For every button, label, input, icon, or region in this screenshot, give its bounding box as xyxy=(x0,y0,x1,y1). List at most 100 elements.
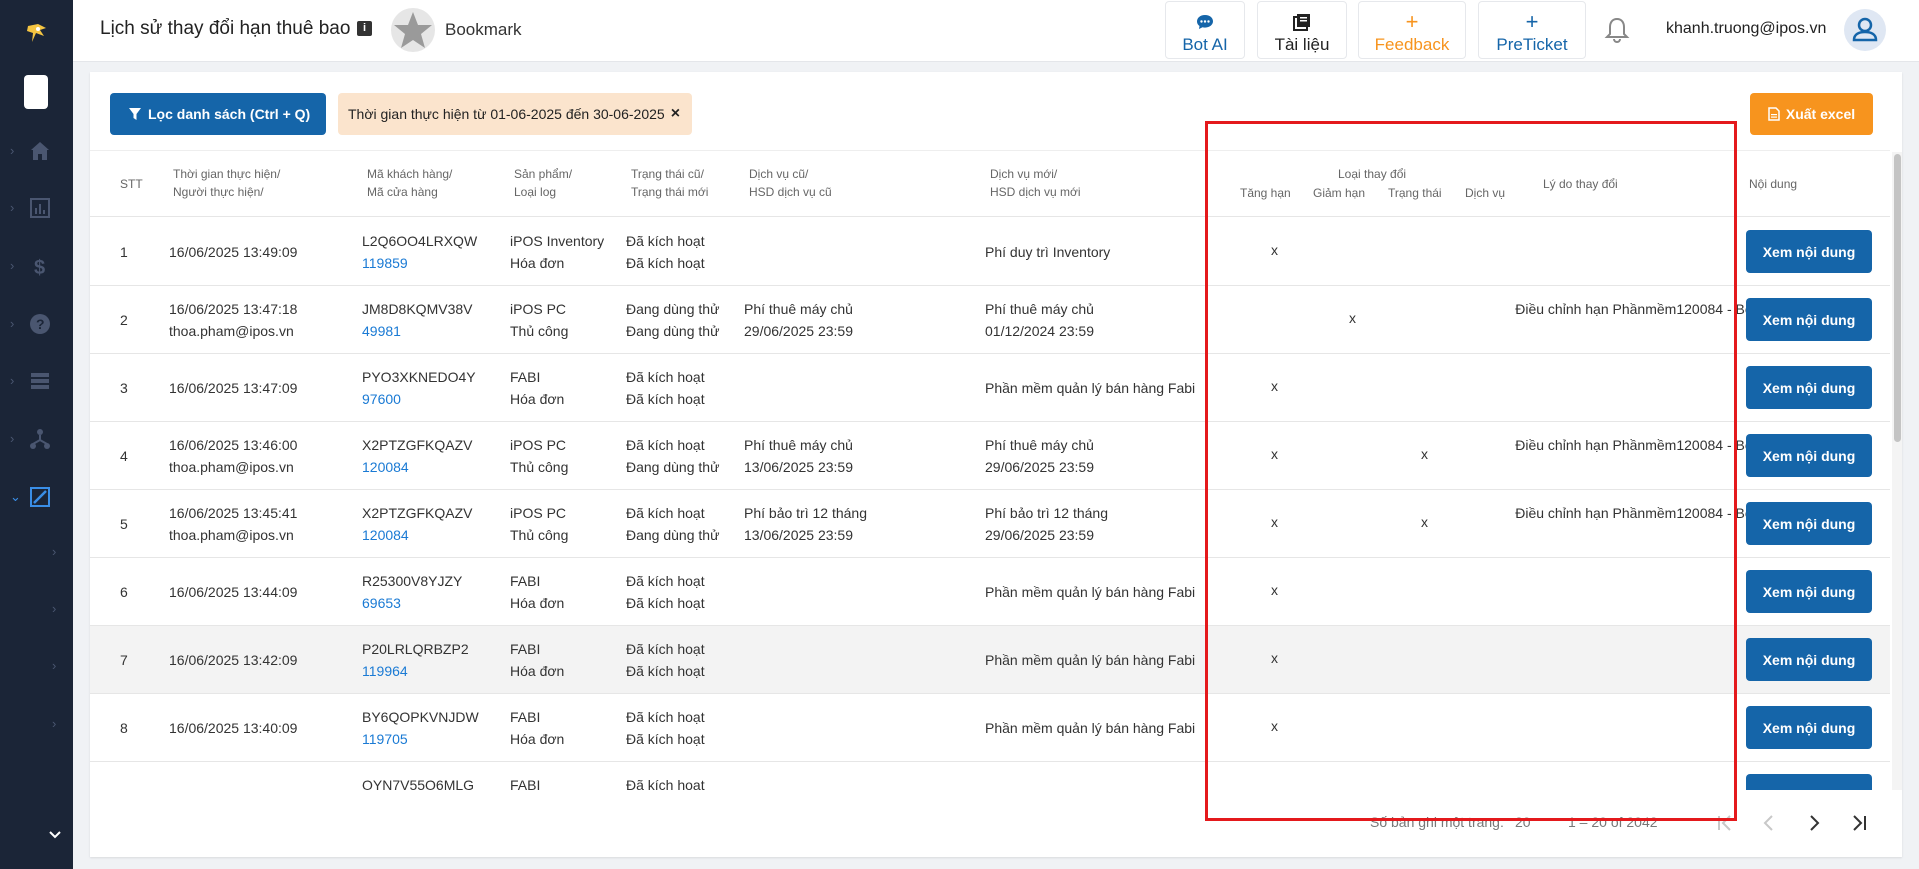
bell-icon[interactable] xyxy=(1604,16,1630,44)
cell-old-hsd-value: 13/06/2025 23:59 xyxy=(744,459,853,475)
table-row[interactable]: 5 16/06/2025 13:45:41 thoa.pham@ipos.vn X2P… xyxy=(90,490,1890,558)
sidebar-item-reports[interactable]: › xyxy=(0,187,73,227)
export-excel-button[interactable]: Xuất excel xyxy=(1750,93,1873,135)
table-row[interactable]: 8 16/06/2025 13:40:09 BY6QOPKVNJDW 119705 FA… xyxy=(90,694,1890,762)
cell-new-hsd-value: 29/06/2025 23:59 xyxy=(985,527,1094,543)
view-content-button[interactable]: Xem nội dung xyxy=(1746,774,1872,790)
scrollbar-thumb[interactable] xyxy=(1894,154,1901,442)
per-page-label: Số bản ghi một trang: xyxy=(1370,814,1504,830)
header-product: Sản phẩm/ Loại log xyxy=(514,165,572,201)
cell-store-value[interactable]: 119705 xyxy=(362,728,479,750)
cell-time: 16/06/2025 13:44:09 xyxy=(169,581,297,603)
app-logo-icon[interactable] xyxy=(24,20,50,46)
view-content-button[interactable]: Xem nội dung xyxy=(1746,298,1872,341)
filter-list-label: Lọc danh sách (Ctrl + Q) xyxy=(148,106,311,122)
preticket-button[interactable]: + PreTicket xyxy=(1478,1,1586,59)
user-email[interactable]: khanh.truong@ipos.vn xyxy=(1666,20,1826,38)
bot-ai-button[interactable]: Bot AI xyxy=(1165,1,1245,59)
cell-time-value: 16/06/2025 13:44:09 xyxy=(169,584,298,600)
sidebar-item-hierarchy[interactable]: › xyxy=(0,418,73,458)
view-content-button[interactable]: Xem nội dung xyxy=(1746,706,1872,749)
cell-stt-value: 3 xyxy=(120,380,128,396)
filter-list-button[interactable]: Lọc danh sách (Ctrl + Q) xyxy=(110,93,326,135)
cell-reason-line: Điều chỉnh hạn Phần xyxy=(1515,437,1646,453)
view-content-button[interactable]: Xem nội dung xyxy=(1746,638,1872,681)
chevron-down-icon[interactable] xyxy=(48,830,62,840)
info-icon[interactable]: i xyxy=(357,21,372,36)
table-row[interactable]: 4 16/06/2025 13:46:00 thoa.pham@ipos.vn X2P… xyxy=(90,422,1890,490)
cell-new-svc: Phí duy trì Inventory xyxy=(985,241,1110,263)
cell-stt-value: 2 xyxy=(120,312,128,328)
view-content-button[interactable]: Xem nội dung xyxy=(1746,434,1872,477)
header-time-line2: Người thực hiện/ xyxy=(173,185,264,199)
header-decrease: Giảm hạn xyxy=(1313,186,1366,200)
cell-old-status-value: Đã kích hoạt xyxy=(626,233,705,249)
view-content-button[interactable]: Xem nội dung xyxy=(1746,502,1872,545)
cell-cust: JM8D8KQMV38V 49981 xyxy=(362,298,472,342)
cell-cust: X2PTZGFKQAZV 120084 xyxy=(362,434,472,478)
chevron-right-icon[interactable]: › xyxy=(52,658,56,673)
cell-new-status-value: Đang dùng thử xyxy=(626,459,720,475)
cell-old-status-value: Đã kích hoạt xyxy=(626,437,705,453)
table-row[interactable]: 7 16/06/2025 13:42:09 P20LRLQRBZP2 119964 FA… xyxy=(90,626,1890,694)
cell-cust-value: X2PTZGFKQAZV xyxy=(362,437,473,453)
cell-store-value[interactable]: 97600 xyxy=(362,388,476,410)
cell-store-value[interactable]: 119859 xyxy=(362,252,477,274)
chevron-right-icon[interactable]: › xyxy=(52,601,56,616)
cell-stt-value: 7 xyxy=(120,652,128,668)
export-excel-label: Xuất excel xyxy=(1785,106,1856,122)
cell-store-value[interactable]: 69653 xyxy=(362,592,462,614)
cell-store-value[interactable]: 120084 xyxy=(362,524,472,546)
next-page-button[interactable] xyxy=(1801,810,1827,836)
cell-prod: FABI Hóa đơn xyxy=(510,638,564,682)
sidebar-item-subscription[interactable]: ⌄ xyxy=(0,476,73,516)
cell-new-svc: Phần mềm quản lý bán hàng Fabi xyxy=(985,649,1195,671)
cell-prod: iPOS PC Thủ công xyxy=(510,298,568,342)
sidebar-item-help[interactable]: › ? xyxy=(0,303,73,343)
chevron-right-icon[interactable]: › xyxy=(52,716,56,731)
cell-store-value[interactable]: 49981 xyxy=(362,320,472,342)
per-page-select[interactable]: 20 xyxy=(1515,814,1531,830)
sidebar-item-finance[interactable]: › $ xyxy=(0,245,73,285)
view-content-button[interactable]: Xem nội dung xyxy=(1746,570,1872,613)
cell-new-svc: Phí thuê máy chủ 01/12/2024 23:59 xyxy=(985,298,1094,342)
table-row[interactable]: 3 16/06/2025 13:47:09 PYO3XKNEDO4Y 97600 FAB… xyxy=(90,354,1890,422)
cell-store-value[interactable]: 119964 xyxy=(362,660,469,682)
chevron-right-icon[interactable]: › xyxy=(52,544,56,559)
first-page-button[interactable] xyxy=(1712,810,1738,836)
close-icon[interactable]: × xyxy=(671,105,680,123)
docs-button[interactable]: Tài liệu xyxy=(1257,1,1347,59)
cell-new-status-value: Đã kích hoạt xyxy=(626,663,705,679)
vertical-scrollbar[interactable] xyxy=(1892,152,1902,790)
cell-store-value[interactable]: 120084 xyxy=(362,456,472,478)
cell-old-status: Đã kích hoạt Đang dùng thử xyxy=(626,434,719,478)
feedback-button[interactable]: + Feedback xyxy=(1358,1,1466,59)
cell-time-value: 16/06/2025 13:40:09 xyxy=(169,720,298,736)
prev-page-button[interactable] xyxy=(1756,810,1782,836)
view-content-button[interactable]: Xem nội dung xyxy=(1746,230,1872,273)
user-icon xyxy=(1852,17,1878,42)
plus-icon: + xyxy=(1405,9,1419,34)
cell-stt-value: 5 xyxy=(120,516,128,532)
view-content-button[interactable]: Xem nội dung xyxy=(1746,366,1872,409)
docs-label: Tài liệu xyxy=(1274,35,1330,54)
last-page-button[interactable] xyxy=(1846,810,1872,836)
cell-old-svc-value: Phí thuê máy chủ xyxy=(744,437,853,453)
table-row[interactable]: 1 16/06/2025 13:49:09 L2Q6OO4LRXQW 119859 iP… xyxy=(90,218,1890,286)
sidebar-item-home[interactable]: › xyxy=(0,130,73,170)
sidebar-item-list[interactable]: › xyxy=(0,360,73,400)
cell-prod: FABI Hóa đơn xyxy=(510,366,564,410)
bookmark-label[interactable]: Bookmark xyxy=(445,20,522,40)
table-row[interactable]: 916/06/2025 13:38:09OYN7V55O6MLGFABIĐã k… xyxy=(90,762,1890,790)
top-header: Lịch sử thay đổi hạn thuê bao i Bookmark… xyxy=(73,0,1919,62)
active-filter-chip: Thời gian thực hiện từ 01-06-2025 đến 30… xyxy=(338,93,693,135)
table-row[interactable]: 6 16/06/2025 13:44:09 R25300V8YJZY 69653 FAB… xyxy=(90,558,1890,626)
table-row[interactable]: 2 16/06/2025 13:47:18 thoa.pham@ipos.vn JM8… xyxy=(90,286,1890,354)
header-product-line1: Sản phẩm/ xyxy=(514,167,573,181)
header-old-service-line2: HSD dịch vụ cũ xyxy=(749,185,832,199)
change-mark-st: x xyxy=(1421,514,1428,530)
avatar[interactable] xyxy=(1844,9,1886,51)
cell-reason-line: Điều chỉnh hạn Phần xyxy=(1515,505,1646,521)
sidebar-active-indicator[interactable] xyxy=(24,75,48,109)
bookmark-star-icon[interactable] xyxy=(391,8,435,52)
